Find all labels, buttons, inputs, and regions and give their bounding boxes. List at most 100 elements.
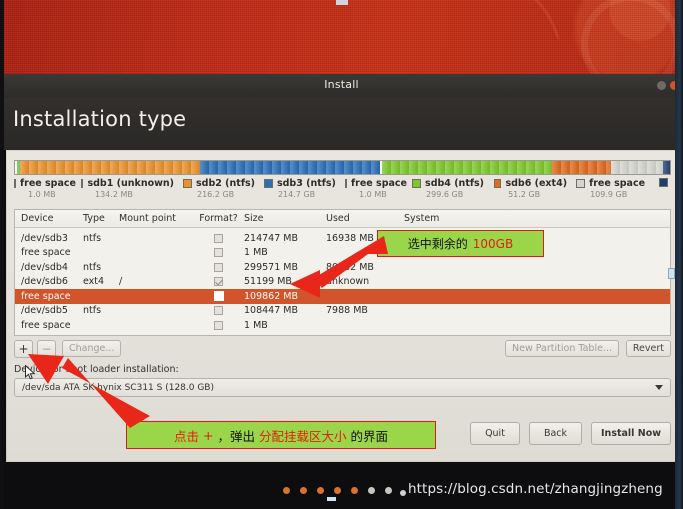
cell-format[interactable] xyxy=(193,320,244,330)
watermark-bullet-icon xyxy=(400,490,406,496)
bootloader-device-select[interactable]: /dev/sda ATA SK hynix SC311 S (128.0 GB) xyxy=(14,378,671,397)
column-header-mountpoint[interactable]: Mount point xyxy=(119,213,193,224)
column-header-used[interactable]: Used xyxy=(326,213,404,224)
back-button[interactable]: Back xyxy=(528,422,583,445)
legend-swatch-icon xyxy=(412,179,422,188)
annotation-click-plus: 点击 + ，弹出 分配挂载区大小 的界面 xyxy=(126,421,436,449)
partition-segment-6[interactable] xyxy=(552,161,612,174)
cell-size: 109862 MB xyxy=(244,290,298,302)
format-checkbox[interactable] xyxy=(214,233,223,243)
watermark-url: https://blog.csdn.net/zhangjingzheng xyxy=(408,481,663,497)
screen-bezel-left xyxy=(0,0,4,509)
quit-button[interactable]: Quit xyxy=(470,422,520,445)
format-checkbox[interactable] xyxy=(213,291,224,302)
legend-label: free space xyxy=(589,178,646,189)
cell-used: unknown xyxy=(326,276,370,288)
column-header-format[interactable]: Format? xyxy=(193,213,244,224)
legend-swatch-icon xyxy=(576,179,586,188)
slideshow-dot-3[interactable] xyxy=(334,487,341,494)
table-row[interactable]: free space 1 MB xyxy=(15,246,670,261)
table-row[interactable]: free space 1 MB xyxy=(15,318,670,333)
slideshow-dots[interactable] xyxy=(283,487,392,494)
format-checkbox[interactable] xyxy=(214,262,223,272)
slideshow-dot-2[interactable] xyxy=(317,487,324,494)
annotation2-tail-text: 的界面 xyxy=(350,428,389,444)
partition-segment-5[interactable] xyxy=(381,161,553,174)
cell-size: 51199 MB xyxy=(244,276,292,288)
mouse-cursor xyxy=(25,365,36,380)
legend-swatch-icon xyxy=(81,179,84,188)
slideshow-dot-5[interactable] xyxy=(368,487,375,494)
cell-format[interactable] xyxy=(193,233,244,243)
annotation2-mid-text: ，弹出 xyxy=(217,428,255,444)
cell-type: ntfs xyxy=(83,261,102,273)
remove-partition-button[interactable]: − xyxy=(37,340,56,358)
partition-segment-2[interactable] xyxy=(19,161,201,174)
desktop-wallpaper xyxy=(0,0,683,191)
bootloader-device-value: /dev/sda ATA SK hynix SC311 S (128.0 GB) xyxy=(22,383,214,393)
format-checkbox[interactable] xyxy=(214,306,223,316)
slideshow-dot-4[interactable] xyxy=(351,487,358,494)
cell-device: free space xyxy=(21,247,71,259)
annotation-select-remaining: 选中剩余的 100GB xyxy=(377,230,544,257)
scrollbar-thumb[interactable] xyxy=(668,268,675,279)
cell-device: free space xyxy=(21,319,71,331)
table-row[interactable]: /dev/sdb4 ntfs 299571 MB 80132 MB xyxy=(15,260,670,275)
legend-swatch-icon xyxy=(494,179,502,188)
legend-item-4: free space 1.0 MB xyxy=(345,178,412,208)
legend-label: sdb6 (ext4) xyxy=(505,178,568,189)
legend-label: sdb3 (ntfs) xyxy=(276,178,336,189)
partition-segment-7[interactable] xyxy=(611,161,664,174)
cell-device: /dev/sdb4 xyxy=(21,261,68,273)
legend-swatch-icon xyxy=(263,179,273,188)
partition-table-body[interactable]: /dev/sdb3 ntfs 214747 MB 16938 MB free space… xyxy=(15,231,670,333)
screen-bezel-right xyxy=(675,0,683,509)
legend-size: 299.6 GB xyxy=(426,190,464,199)
legend-size: 216.2 GB xyxy=(197,190,235,199)
table-row[interactable]: free space 109862 MB xyxy=(15,289,670,304)
minimize-icon[interactable] xyxy=(657,81,666,90)
table-row[interactable]: /dev/sdb5 ntfs 108447 MB 7988 MB xyxy=(15,304,670,319)
chevron-down-icon[interactable] xyxy=(655,385,663,390)
slideshow-dot-6[interactable] xyxy=(385,487,392,494)
cell-format[interactable] xyxy=(193,248,244,258)
annotation2-red-text: 分配挂载区大小 xyxy=(258,428,347,444)
slideshow-dot-1[interactable] xyxy=(300,487,307,494)
column-header-size[interactable]: Size xyxy=(244,213,326,224)
column-header-type[interactable]: Type xyxy=(83,213,119,224)
partition-bar-segments[interactable] xyxy=(14,160,671,175)
installer-body: free space 1.0 MB sdb1 (unknown) 134.2 MB sd… xyxy=(6,150,677,462)
cell-type: ntfs xyxy=(83,305,102,317)
table-row[interactable]: /dev/sdb3 ntfs 214747 MB 16938 MB xyxy=(15,231,670,246)
partition-bar[interactable] xyxy=(14,160,671,175)
legend-size: 109.9 GB xyxy=(590,190,628,199)
column-header-device[interactable]: Device xyxy=(15,213,83,224)
partition-table[interactable]: Device Type Mount point Format? Size Used Syst… xyxy=(14,209,671,336)
format-checkbox[interactable] xyxy=(214,320,223,330)
legend-swatch-icon xyxy=(14,179,16,188)
format-checkbox[interactable] xyxy=(214,248,223,258)
format-checkbox[interactable] xyxy=(214,277,223,287)
legend-item-0: free space 1.0 MB xyxy=(14,178,81,208)
partition-segment-3[interactable] xyxy=(200,161,381,174)
change-partition-button[interactable]: Change... xyxy=(62,340,122,357)
annotation1-red-text: 100GB xyxy=(472,236,514,251)
new-partition-table-button[interactable]: New Partition Table... xyxy=(505,340,619,357)
slideshow-dot-0[interactable] xyxy=(283,487,290,494)
revert-button[interactable]: Revert xyxy=(625,340,671,357)
cell-format[interactable] xyxy=(193,291,244,302)
add-partition-button[interactable]: + xyxy=(14,340,33,358)
cell-used: 7988 MB xyxy=(326,305,368,317)
partition-segment-8[interactable] xyxy=(663,161,671,174)
cell-device: free space xyxy=(21,290,71,302)
partition-table-header: Device Type Mount point Format? Size Used Syst… xyxy=(15,210,670,228)
cell-format[interactable] xyxy=(193,262,244,272)
column-header-system[interactable]: System xyxy=(404,213,494,224)
cell-device: /dev/sdb6 xyxy=(21,276,68,288)
legend-item-5: sdb4 (ntfs) 299.6 GB xyxy=(412,178,494,208)
cell-device: /dev/sdb5 xyxy=(21,305,68,317)
cell-format[interactable] xyxy=(193,277,244,287)
cell-format[interactable] xyxy=(193,306,244,316)
install-now-button[interactable]: Install Now xyxy=(591,422,671,445)
table-row[interactable]: /dev/sdb6 ext4 / 51199 MB unknown xyxy=(15,275,670,290)
